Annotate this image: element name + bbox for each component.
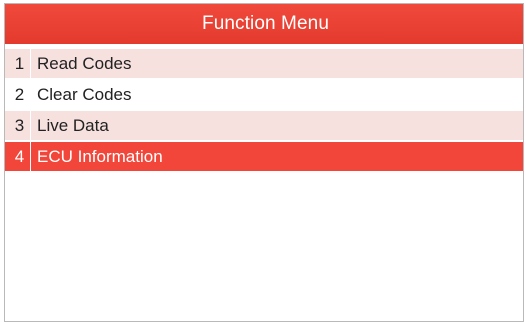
menu-item-label: Clear Codes (37, 84, 132, 104)
menu-item-label: ECU Information (37, 146, 163, 166)
device-screen: Function Menu 1 Read Codes 2 Clear Codes… (4, 3, 524, 322)
page-title: Function Menu (202, 13, 329, 34)
menu-item-number: 3 (14, 115, 25, 135)
menu-item-label: Live Data (37, 115, 109, 135)
menu-item-live-data[interactable]: 3 Live Data (5, 111, 523, 140)
title-bar: Function Menu (5, 4, 523, 44)
menu-item-number: 4 (14, 146, 25, 166)
function-menu-list: 1 Read Codes 2 Clear Codes 3 Live Data 4… (5, 49, 523, 171)
menu-item-label: Read Codes (37, 53, 132, 73)
menu-item-ecu-information[interactable]: 4 ECU Information (5, 142, 523, 171)
menu-item-number: 1 (14, 53, 25, 73)
menu-item-read-codes[interactable]: 1 Read Codes (5, 49, 523, 78)
menu-item-clear-codes[interactable]: 2 Clear Codes (5, 80, 523, 109)
menu-item-number: 2 (14, 84, 25, 104)
